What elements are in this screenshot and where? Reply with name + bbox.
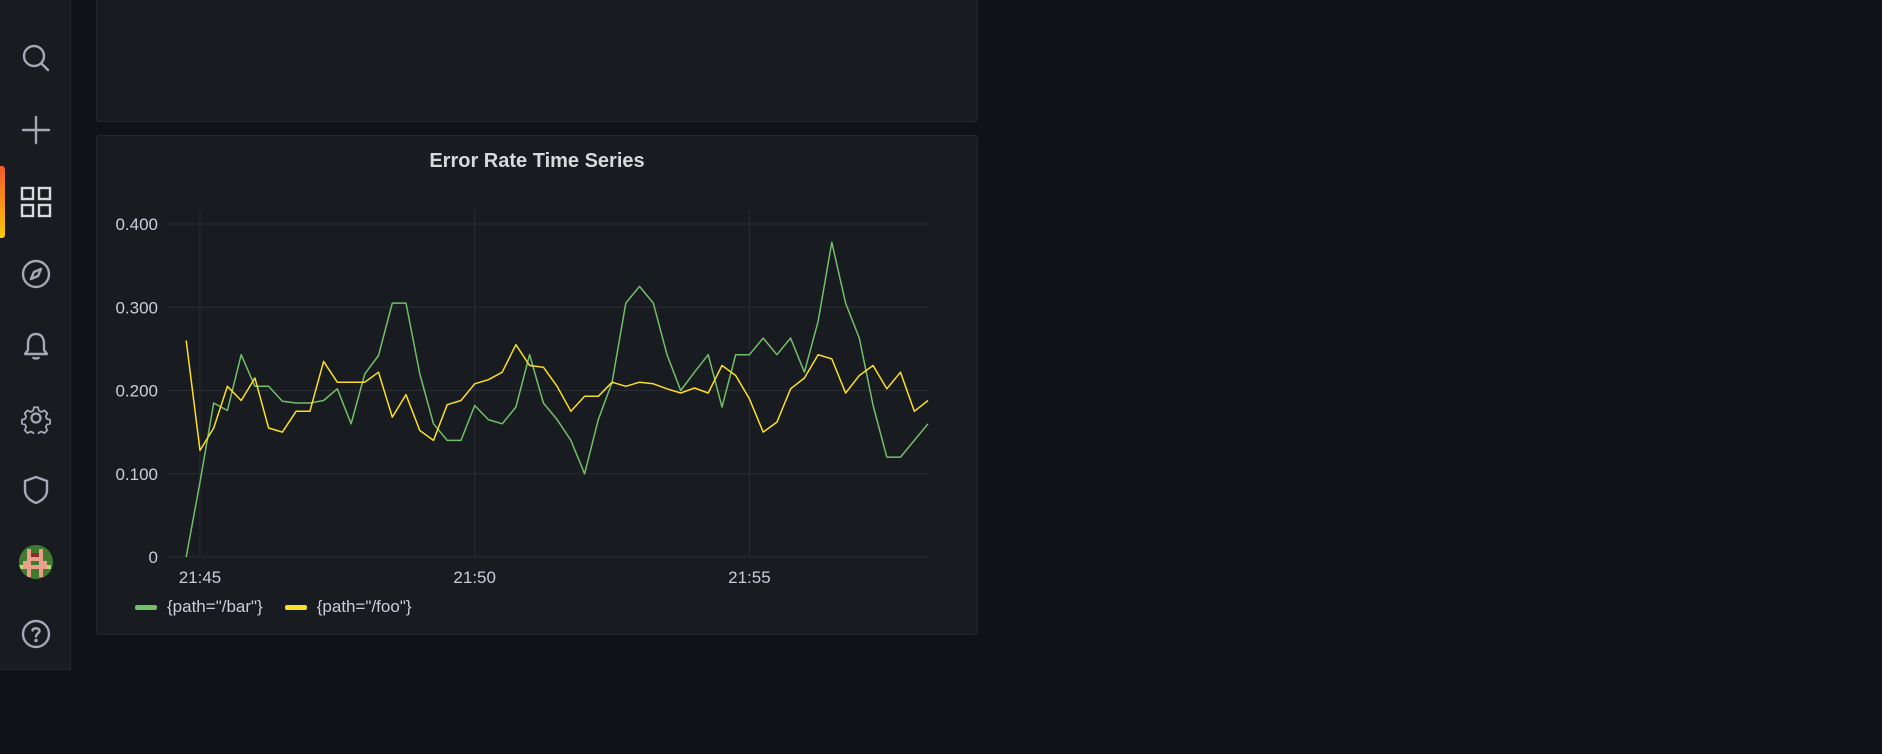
sidebar <box>0 0 71 670</box>
shield-icon <box>23 475 48 505</box>
legend-swatch-foo <box>284 604 307 610</box>
gear-icon <box>20 406 51 434</box>
dashboards-icon <box>20 186 51 218</box>
sidebar-item-create[interactable] <box>0 94 71 166</box>
sidebar-item-alerting[interactable] <box>0 310 71 382</box>
y-tick-label: 0.100 <box>115 465 158 484</box>
sidebar-item-search[interactable] <box>0 22 71 94</box>
legend-item-bar[interactable]: {path="/bar"} <box>135 597 263 617</box>
legend-label-bar: {path="/bar"} <box>167 597 263 616</box>
y-tick-label: 0 <box>149 548 158 567</box>
series-line-foo <box>185 340 929 452</box>
time-series-chart[interactable]: 0 0.100 0.200 0.300 0.400 21:45 21:50 21:55 <box>97 136 977 586</box>
sidebar-item-explore[interactable] <box>0 238 71 310</box>
compass-icon <box>21 259 50 289</box>
sidebar-item-help[interactable] <box>0 598 71 670</box>
legend-label-foo: {path="/foo"} <box>316 597 412 616</box>
y-tick-label: 0.200 <box>115 382 158 401</box>
legend-item-foo[interactable]: {path="/foo"} <box>284 597 412 617</box>
avatar <box>18 545 53 579</box>
sidebar-item-dashboards[interactable] <box>0 166 71 238</box>
sidebar-item-configuration[interactable] <box>0 382 71 454</box>
chart-legend: {path="/bar"} {path="/foo"} <box>135 597 412 617</box>
legend-swatch-bar <box>135 604 157 610</box>
sidebar-item-profile[interactable] <box>0 526 71 598</box>
x-tick-label: 21:45 <box>179 568 222 586</box>
sidebar-item-server-admin[interactable] <box>0 454 71 526</box>
y-tick-label: 0.300 <box>115 298 158 317</box>
series-line-bar <box>185 241 929 558</box>
bell-icon <box>23 332 48 360</box>
x-tick-label: 21:55 <box>728 568 771 586</box>
y-tick-label: 0.400 <box>115 215 158 234</box>
help-icon <box>21 619 50 649</box>
search-icon <box>22 44 49 72</box>
plus-icon <box>21 115 50 145</box>
x-tick-label: 21:50 <box>453 568 496 586</box>
dashboard-panel-above <box>96 0 978 122</box>
dashboard-panel: Error Rate Time Series 0 0.100 0.200 0.300 0… <box>96 135 978 635</box>
